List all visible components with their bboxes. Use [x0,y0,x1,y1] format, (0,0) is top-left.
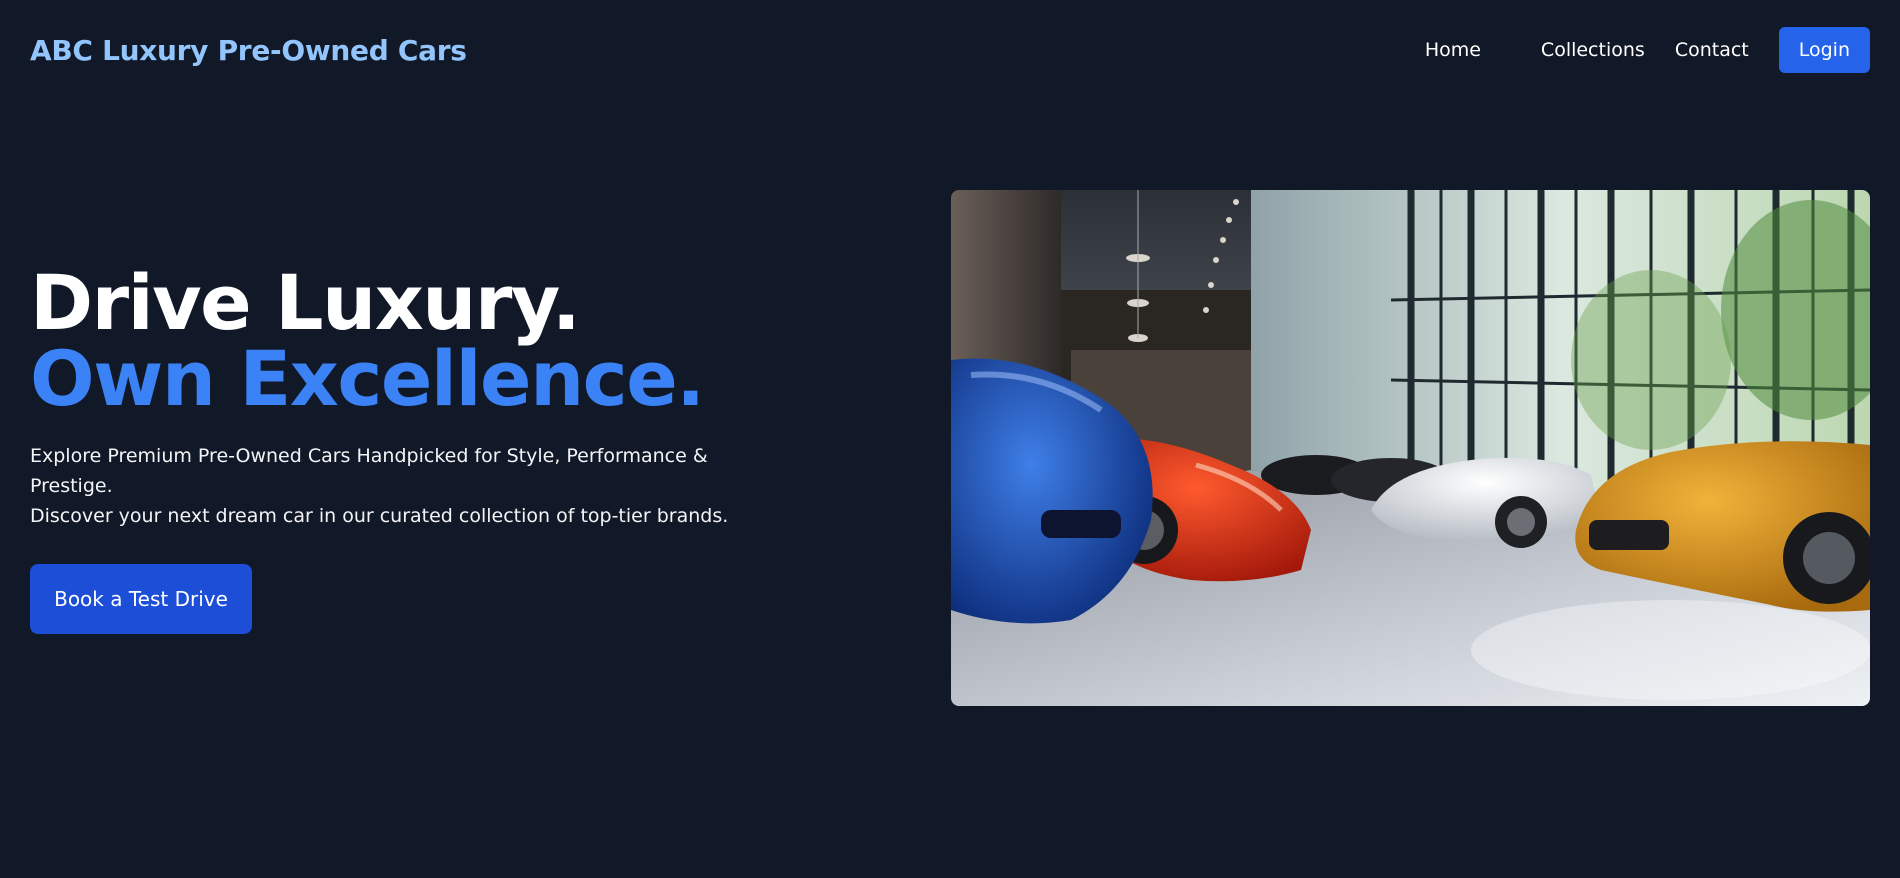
hero-headline: Drive Luxury. Own Excellence. [30,265,750,417]
login-button[interactable]: Login [1778,27,1870,73]
brand-logo[interactable]: ABC Luxury Pre-Owned Cars [30,34,467,67]
headline-line-2: Own Excellence. [30,334,705,423]
nav-contact-link[interactable]: Contact [1675,39,1749,61]
subtitle-line-1: Explore Premium Pre-Owned Cars Handpicke… [30,445,708,497]
hero-text: Drive Luxury. Own Excellence. Explore Pr… [30,265,750,634]
nav-home-link[interactable]: Home [1425,39,1481,61]
nav-links: Home Collections Contact Login [1425,27,1870,73]
nav-collections-link[interactable]: Collections [1541,39,1645,61]
book-test-drive-button[interactable]: Book a Test Drive [30,564,252,634]
showroom-image [951,190,1870,706]
hero-subtitle: Explore Premium Pre-Owned Cars Handpicke… [30,441,730,531]
top-nav: ABC Luxury Pre-Owned Cars Home Collectio… [0,0,1900,100]
subtitle-line-2: Discover your next dream car in our cura… [30,505,729,527]
headline-line-1: Drive Luxury. [30,258,581,347]
showroom-illustration [951,190,1870,706]
